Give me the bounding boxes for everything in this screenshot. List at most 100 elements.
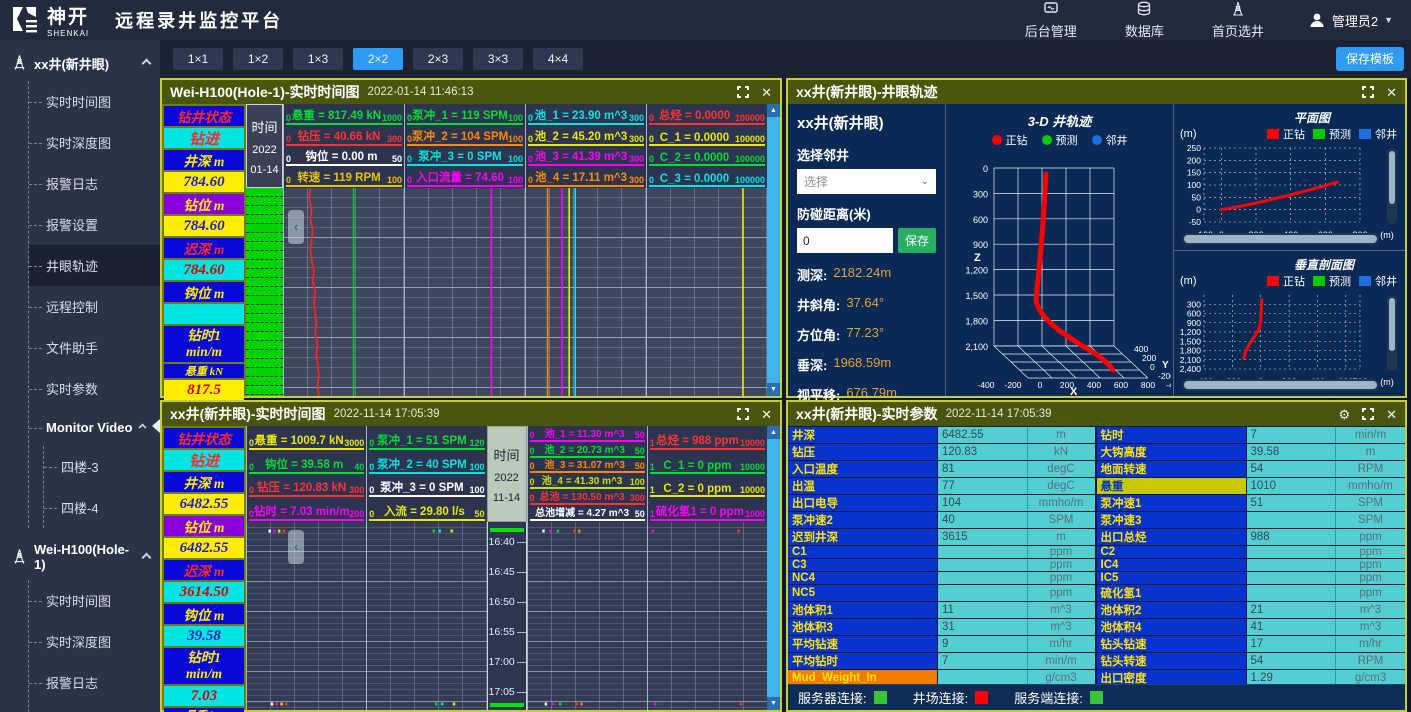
horizontal-scrollbar[interactable] [1182, 379, 1379, 391]
layout-button-4×4[interactable]: 4×4 [533, 48, 583, 70]
brand-name-cn: 神开 [47, 2, 89, 29]
curve-tracks: 0池_1 = 11.30 m^3500池_2 = 20.73 m^3500池_3… [527, 426, 768, 710]
param-label: 迟到井深 [788, 529, 938, 545]
curve-row: 1C_1 = 0 ppm10000 [650, 451, 765, 474]
curve-max: 300 [629, 113, 644, 123]
scroll-up-arrow[interactable]: ▲ [767, 426, 780, 439]
sidebar-item-井眼轨迹[interactable]: 井眼轨迹 [29, 245, 160, 286]
param-unit: kN [1028, 444, 1097, 460]
gauge-unit: min/m [186, 344, 222, 360]
y-unit-label: (m) [1180, 128, 1197, 140]
panel3-title: xx井(新井眼)-实时时间图 [170, 404, 326, 424]
layout-button-3×3[interactable]: 3×3 [473, 48, 523, 70]
sidebar-group-label: Wei-H100(Hole-1) [34, 542, 136, 572]
expand-icon[interactable] [1362, 408, 1374, 420]
gauge-label: 迟深 m [164, 238, 244, 258]
nav-item-derrick[interactable]: 首页选井 [1212, 1, 1264, 40]
layout-button-1×2[interactable]: 1×2 [233, 48, 283, 70]
time-tick-label: 16:55 [489, 626, 515, 638]
legend-label: 正钻 [1283, 276, 1305, 288]
sidebar-item-实时深度图[interactable]: 实时深度图 [29, 122, 160, 163]
param-value: 3615 [938, 529, 1028, 545]
anticollision-distance-label: 防碰距离(米) [797, 204, 936, 223]
expand-icon[interactable] [737, 86, 749, 98]
sidebar-item-label: 报警设置 [46, 218, 98, 233]
horizontal-scrollbar[interactable] [1182, 233, 1379, 245]
panel-scrollbar[interactable]: ▲▼ [767, 426, 780, 710]
status-indicator [975, 691, 988, 704]
params-table: 井深6482.55m钻时7min/m钻压120.83kN大钩高度39.58m入口… [788, 426, 1405, 664]
vertical-scrollbar[interactable] [1387, 295, 1397, 371]
gauge-value: 3614.50 [164, 582, 244, 602]
neighbor-well-select[interactable]: 选择 ⌄ [797, 169, 936, 194]
svg-text:400: 400 [1087, 380, 1101, 390]
sidebar-item-文件助手[interactable]: 文件助手 [29, 327, 160, 368]
sidebar-item-远程控制[interactable]: 远程控制 [29, 286, 160, 327]
panel1-title: Wei-H100(Hole-1)-实时时间图 [170, 82, 360, 102]
panel-scrollbar[interactable]: ▲▼ [767, 104, 780, 396]
sidebar-item-四楼-3[interactable]: 四楼-3 [44, 446, 160, 487]
layout-button-1×3[interactable]: 1×3 [293, 48, 343, 70]
expand-icon[interactable] [1362, 86, 1374, 98]
legend-label: 邻井 [1375, 276, 1397, 288]
sidebar-item-实时时间图[interactable]: 实时时间图 [29, 580, 160, 621]
svg-text:0: 0 [1038, 380, 1043, 390]
panel4-title: xx井(新井眼)-实时参数 [796, 404, 938, 424]
collapse-tab[interactable]: ‹ [288, 210, 304, 244]
collapse-tab[interactable]: ‹ [288, 530, 304, 564]
save-distance-button[interactable]: 保存 [898, 228, 936, 253]
param-unit: m^3 [1336, 602, 1405, 618]
panel-time-chart-2: xx井(新井眼)-实时时间图 2022-11-14 17:05:39 ✕ 钻井状… [160, 400, 782, 712]
close-icon[interactable]: ✕ [1386, 86, 1397, 99]
info-value: 77.23° [846, 325, 884, 344]
sidebar-item-实时深度图[interactable]: 实时深度图 [29, 621, 160, 662]
anticollision-distance-input[interactable] [797, 228, 893, 253]
sidebar-item-报警日志[interactable]: 报警日志 [29, 662, 160, 703]
expand-icon[interactable] [737, 408, 749, 420]
scroll-down-arrow[interactable]: ▼ [767, 697, 780, 710]
curve-row: 0池_4 = 41.30 m^3100 [530, 474, 645, 489]
sidebar-item-报警日志[interactable]: 报警日志 [29, 163, 160, 204]
nav-item-backstage-monitor[interactable]: 后台管理 [1025, 1, 1077, 40]
param-label: NC4 [788, 572, 938, 584]
vertical-scrollbar[interactable] [1387, 148, 1397, 224]
curve-row: 0泵冲_3 = 0 SPM100 [407, 147, 523, 167]
scroll-down-arrow[interactable]: ▼ [767, 383, 780, 396]
status-label: 服务器连接: [798, 688, 867, 707]
gauge-name: 钻井状态 [177, 428, 231, 448]
sidebar-group-1[interactable]: Wei-H100(Hole-1) [0, 528, 160, 580]
sidebar-group-0[interactable]: xx井(新井眼) [0, 40, 160, 81]
sidebar-item-实时参数[interactable]: 实时参数 [29, 368, 160, 409]
curve-row: 0悬重 = 817.49 kN1000 [286, 105, 402, 125]
close-icon[interactable]: ✕ [1386, 408, 1397, 421]
user-menu[interactable]: 管理员2 ▼ [1308, 11, 1393, 30]
nav-item-label: 首页选井 [1212, 21, 1264, 40]
sidebar-item-报警设置[interactable]: 报警设置 [29, 204, 160, 245]
param-label: 平均钻速 [788, 636, 938, 652]
layout-button-2×3[interactable]: 2×3 [413, 48, 463, 70]
legend-swatch [1267, 276, 1279, 286]
gear-icon[interactable]: ⚙ [1338, 408, 1350, 421]
time-column: 时间202211-1416:4016:4516:5016:5517:0017:0… [487, 426, 527, 710]
gauge-value: 钻进 [164, 128, 244, 148]
panel1-header: Wei-H100(Hole-1)-实时时间图 2022-01-14 11:46:… [162, 80, 780, 104]
sidebar-item-实时时间图[interactable]: 实时时间图 [29, 81, 160, 122]
svg-text:0: 0 [983, 164, 988, 174]
sidebar-item-四楼-4[interactable]: 四楼-4 [44, 487, 160, 528]
close-icon[interactable]: ✕ [761, 86, 772, 99]
table-row: 出口电导104mmho/m泵冲速151SPM [788, 495, 1405, 512]
sidebar-item-报警设置[interactable]: 报警设置 [29, 703, 160, 712]
time-column-header: 时间202201-14 [246, 104, 283, 188]
panel1-timestamp: 2022-01-14 11:46:13 [368, 86, 474, 98]
curve-label-value: 钻压 = 120.83 kN [254, 479, 349, 495]
table-row: NC4ppmIC5ppm [788, 572, 1405, 585]
scroll-up-arrow[interactable]: ▲ [767, 104, 780, 117]
sidebar-item-Monitor Video[interactable]: Monitor Video [29, 409, 160, 446]
time-header-label: 时间 [251, 117, 277, 136]
layout-button-2×2[interactable]: 2×2 [353, 48, 403, 70]
save-template-button[interactable]: 保存模板 [1336, 47, 1404, 71]
close-icon[interactable]: ✕ [761, 408, 772, 421]
nav-item-database[interactable]: 数据库 [1125, 1, 1164, 40]
layout-button-1×1[interactable]: 1×1 [173, 48, 223, 70]
panel2-title: xx井(新井眼)-井眼轨迹 [796, 82, 938, 102]
